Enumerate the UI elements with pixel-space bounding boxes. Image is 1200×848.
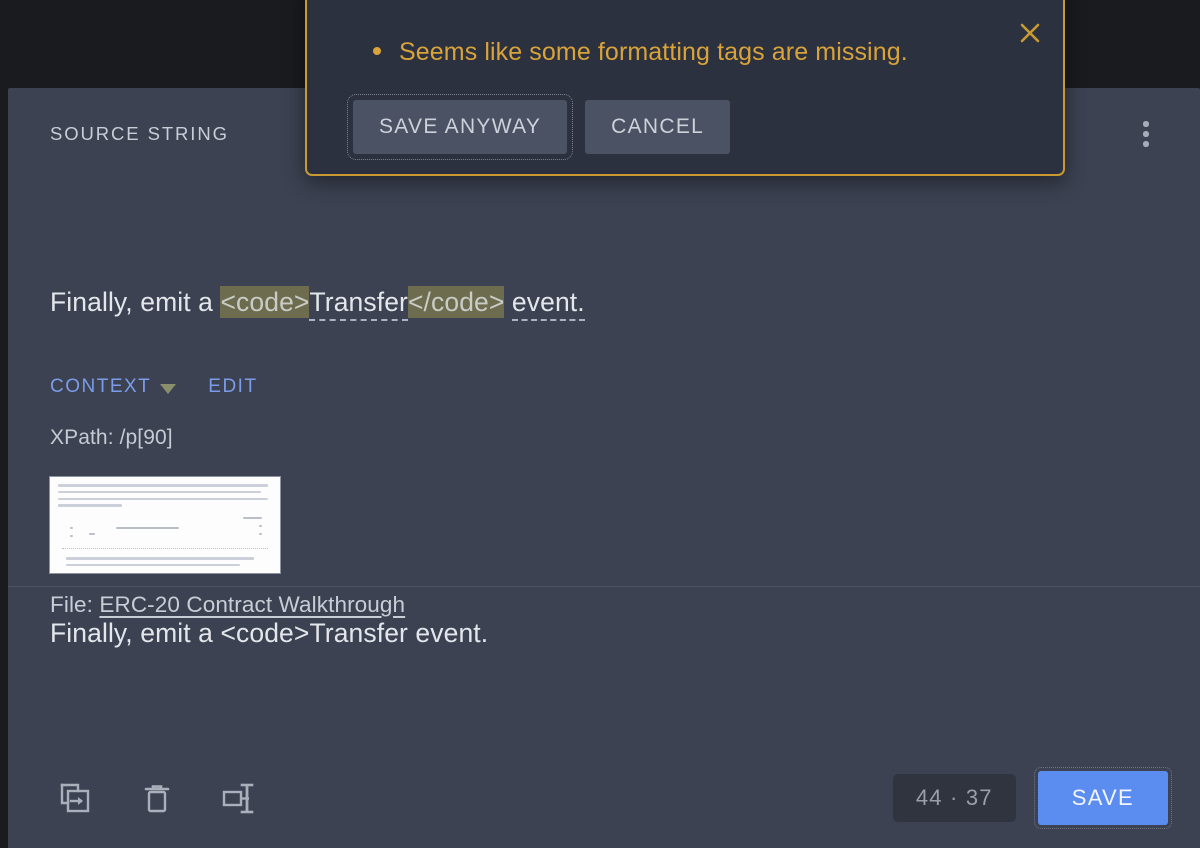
thumbnail-code-line: [259, 524, 262, 528]
xpath-line: XPath: /p[90]: [50, 426, 173, 449]
bottom-toolbar: 44 · 37 SAVE: [8, 748, 1200, 848]
page-title: SOURCE STRING: [50, 123, 229, 144]
source-segment-space: [504, 287, 511, 317]
toolbar-actions: [54, 777, 260, 819]
thumbnail-line: [58, 497, 268, 501]
source-segment-text: Finally, emit a: [50, 287, 221, 317]
source-segment-open-tag: <code>: [220, 286, 310, 318]
save-anyway-button[interactable]: SAVE ANYWAY: [346, 94, 574, 160]
context-row: CONTEXT EDIT: [50, 376, 258, 398]
kebab-menu-icon[interactable]: [1126, 114, 1166, 154]
save-button[interactable]: SAVE: [1033, 767, 1173, 829]
thumbnail-line: [58, 490, 262, 494]
copy-source-to-target-icon[interactable]: [54, 777, 96, 819]
thumbnail-code-line: [115, 526, 180, 530]
thumbnail-footer: [58, 554, 272, 567]
cancel-button[interactable]: CANCEL: [585, 100, 731, 154]
context-toggle-label: CONTEXT: [50, 376, 152, 397]
translation-input[interactable]: Finally, emit a <code>Transfer event.: [50, 616, 1150, 650]
toolbar-right: 44 · 37 SAVE: [892, 767, 1173, 829]
thumbnail-code-line: [243, 516, 262, 520]
context-toggle-button[interactable]: CONTEXT: [50, 376, 177, 398]
warning-message: Seems like some formatting tags are miss…: [399, 38, 908, 66]
kebab-dot-3: [1143, 141, 1149, 147]
thumbnail-code-line: [88, 532, 95, 536]
file-link[interactable]: ERC-20 Contract Walkthrough: [99, 592, 405, 617]
edit-context-button[interactable]: EDIT: [208, 376, 257, 398]
context-screenshot-thumbnail[interactable]: [49, 476, 281, 574]
panel-divider: [8, 586, 1200, 587]
thumbnail-code-line: [70, 526, 74, 530]
formatting-warning-dialog: Seems like some formatting tags are miss…: [305, 0, 1065, 176]
file-line: File: ERC-20 Contract Walkthrough: [50, 592, 405, 618]
source-segment-term: Transfer: [309, 287, 408, 321]
dialog-actions: SAVE ANYWAY CANCEL: [346, 94, 731, 160]
warning-message-list: Seems like some formatting tags are miss…: [373, 38, 908, 67]
thumbnail-line: [66, 563, 241, 567]
thumbnail-line: [66, 556, 255, 560]
split-segment-icon[interactable]: [218, 777, 260, 819]
kebab-dot-2: [1143, 131, 1149, 137]
source-segment-term-2: event.: [511, 287, 585, 321]
thumbnail-code-line: [259, 532, 262, 536]
thumbnail-content: [50, 477, 280, 567]
source-segment-close-tag: </code>: [407, 286, 505, 318]
kebab-dot-1: [1143, 121, 1149, 127]
file-label: File:: [50, 592, 94, 617]
chevron-down-icon: [160, 383, 177, 394]
trash-icon[interactable]: [136, 777, 178, 819]
thumbnail-code-line: [70, 534, 74, 538]
thumbnail-line: [58, 504, 123, 507]
thumbnail-line: [58, 484, 268, 487]
bullet-icon: [373, 47, 381, 55]
translation-editor-card: SOURCE STRING Finally, emit a <code>Tran…: [8, 88, 1200, 848]
source-string-text: Finally, emit a <code>Transfer</code> ev…: [50, 286, 585, 321]
close-x-icon[interactable]: [1015, 18, 1045, 48]
character-counter: 44 · 37: [892, 774, 1016, 822]
thumbnail-code-block: [62, 513, 268, 549]
